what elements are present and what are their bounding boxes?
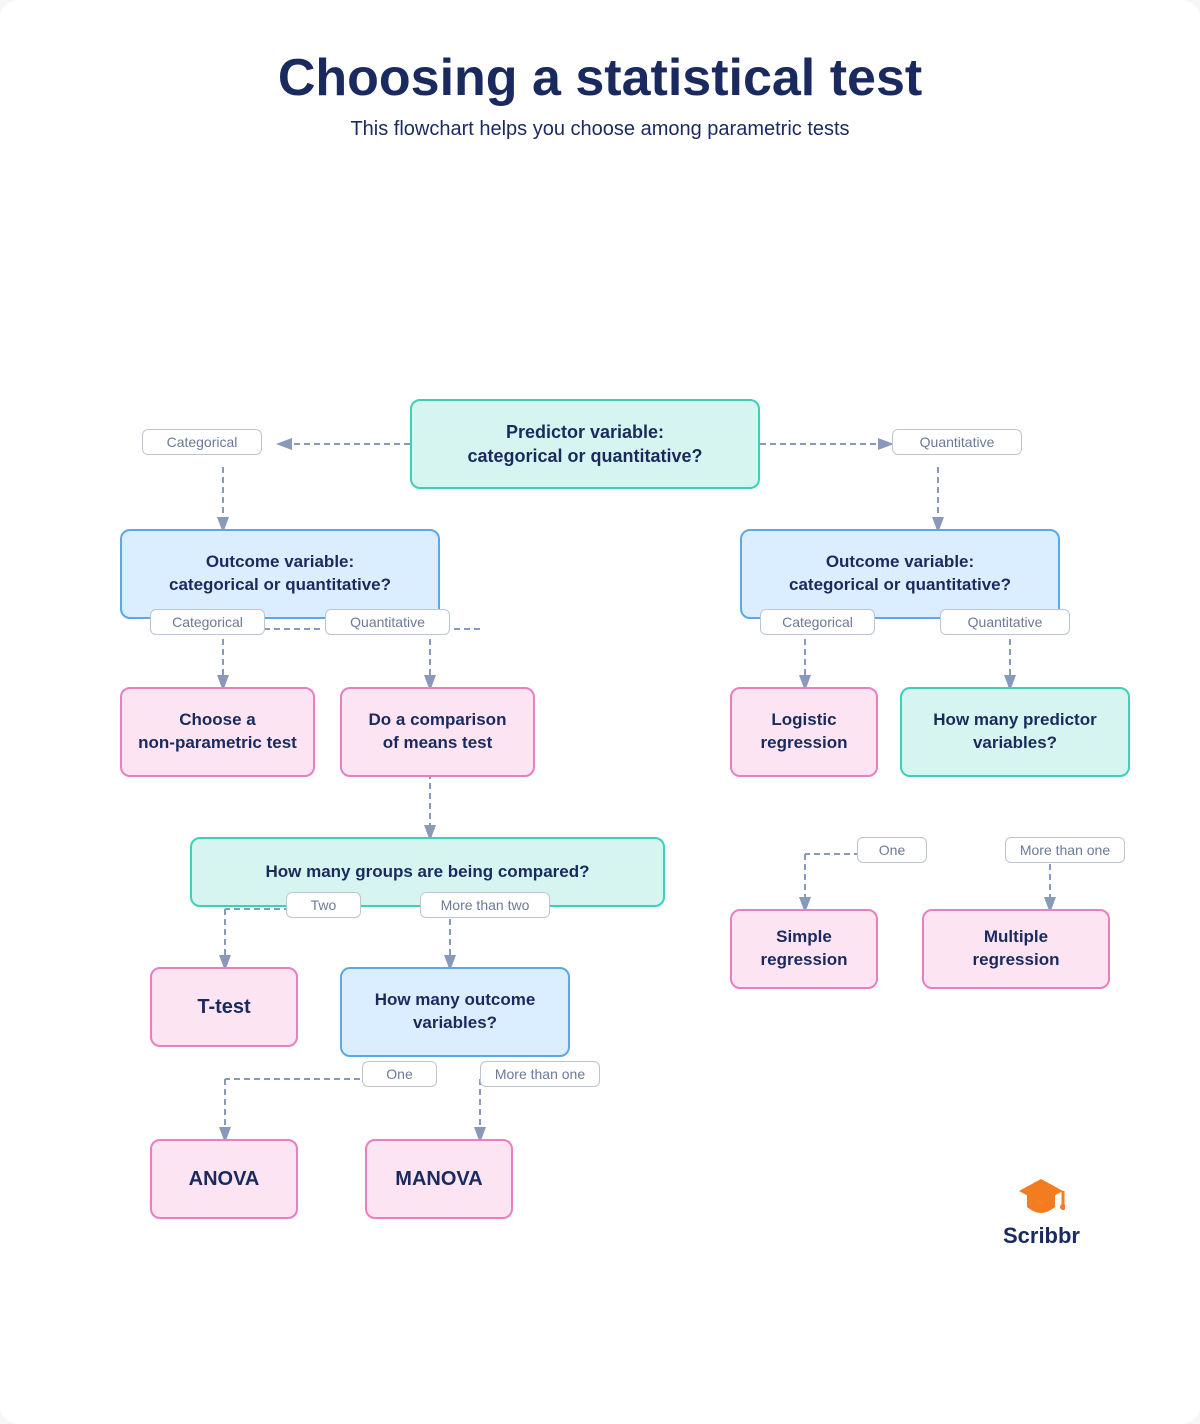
outcome-left-box: Outcome variable: categorical or quantit… — [120, 529, 440, 619]
label-more-than-two: More than two — [420, 892, 550, 918]
label-more-than-one-right: More than one — [1005, 837, 1125, 863]
comparison-box: Do a comparison of means test — [340, 687, 535, 777]
label-one-left: One — [362, 1061, 437, 1087]
label-categorical-left: Categorical — [142, 429, 262, 455]
manova-box: MANOVA — [365, 1139, 513, 1219]
predictor-box: Predictor variable: categorical or quant… — [410, 399, 760, 489]
label-more-than-one-left: More than one — [480, 1061, 600, 1087]
multiple-regression-box: Multiple regression — [922, 909, 1110, 989]
anova-box: ANOVA — [150, 1139, 298, 1219]
how-many-pred-box: How many predictor variables? — [900, 687, 1130, 777]
label-quantitative-l2: Quantitative — [325, 609, 450, 635]
scribbr-logo: Scribbr — [1003, 1171, 1080, 1249]
flowchart: Predictor variable: categorical or quant… — [60, 189, 1140, 1289]
t-test-box: T-test — [150, 967, 298, 1047]
logistic-box: Logistic regression — [730, 687, 878, 777]
simple-regression-box: Simple regression — [730, 909, 878, 989]
how-many-outcome-box: How many outcome variables? — [340, 967, 570, 1057]
page-title: Choosing a statistical test — [60, 48, 1140, 108]
label-quantitative-right: Quantitative — [892, 429, 1022, 455]
scribbr-name: Scribbr — [1003, 1223, 1080, 1249]
label-categorical-r2: Categorical — [760, 609, 875, 635]
outcome-right-box: Outcome variable: categorical or quantit… — [740, 529, 1060, 619]
page-subtitle: This flowchart helps you choose among pa… — [60, 118, 1140, 141]
label-categorical-l2: Categorical — [150, 609, 265, 635]
non-parametric-box: Choose a non-parametric test — [120, 687, 315, 777]
label-one-right: One — [857, 837, 927, 863]
page: Choosing a statistical test This flowcha… — [0, 0, 1200, 1424]
label-quantitative-r2: Quantitative — [940, 609, 1070, 635]
label-two: Two — [286, 892, 361, 918]
scribbr-icon — [1017, 1171, 1065, 1219]
